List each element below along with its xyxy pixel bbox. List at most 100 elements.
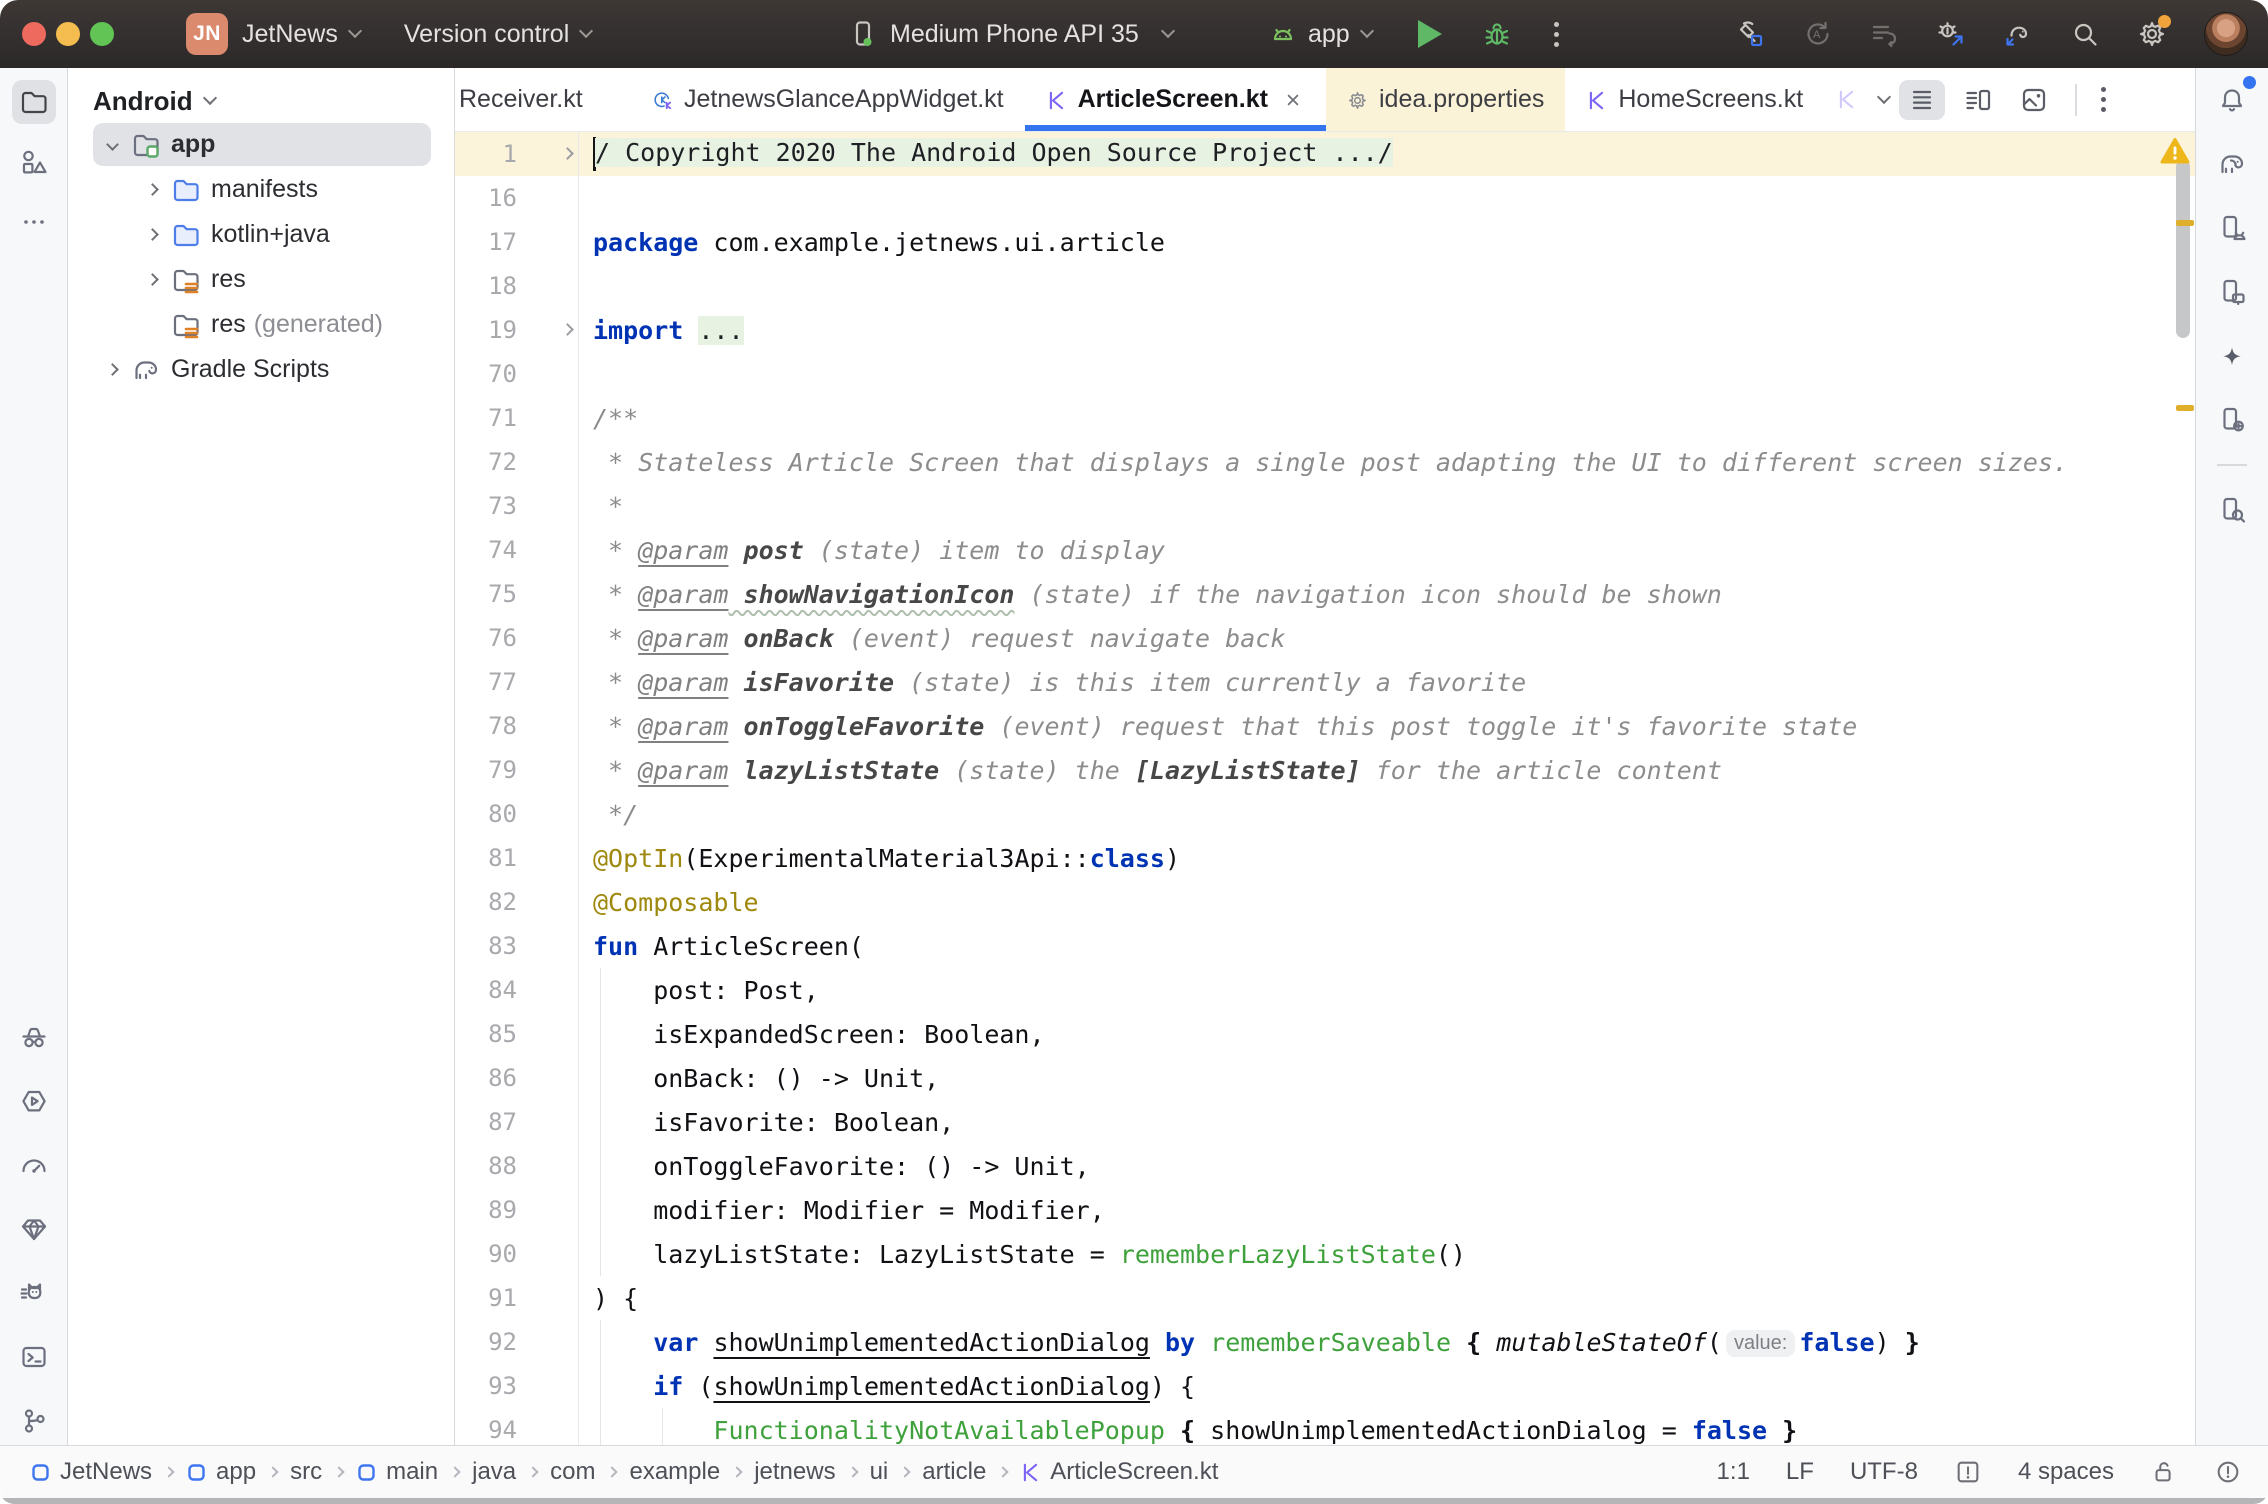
- preview-view-icon[interactable]: [2011, 80, 2057, 120]
- tab-jetnewsglanceappwidget-kt[interactable]: JetnewsGlanceAppWidget.kt: [631, 68, 1025, 131]
- tree-item-manifests[interactable]: manifests: [68, 167, 454, 212]
- layout-inspector-phone-search-button[interactable]: [2210, 488, 2254, 532]
- editor-only-view-icon[interactable]: [1899, 80, 1945, 120]
- project-folder-button[interactable]: [12, 80, 56, 124]
- fold-arrow-icon[interactable]: [517, 132, 593, 176]
- hidden-tabs-chevron-icon[interactable]: [1877, 89, 1891, 103]
- code-line-83[interactable]: 83fun ArticleScreen(: [455, 924, 2195, 968]
- code-line-16[interactable]: 16: [455, 176, 2195, 220]
- code-line-76[interactable]: 76 * @param onBack (event) request navig…: [455, 616, 2195, 660]
- tree-item-app[interactable]: app: [68, 122, 454, 167]
- search-everywhere-icon[interactable]: [2070, 19, 2100, 49]
- breadcrumb-item-com[interactable]: com: [550, 1458, 595, 1486]
- resource-manager-shapes-button[interactable]: [12, 140, 56, 184]
- tree-item-gradle-scripts[interactable]: Gradle Scripts: [68, 347, 454, 392]
- project-name-menu[interactable]: JetNews: [242, 20, 338, 49]
- breadcrumb-item-jetnews[interactable]: JetNews: [30, 1458, 152, 1486]
- encoding-widget[interactable]: UTF-8: [1850, 1458, 1918, 1486]
- debug-button[interactable]: [1482, 19, 1512, 49]
- code-line-70[interactable]: 70: [455, 352, 2195, 396]
- breadcrumb-item-example[interactable]: example: [629, 1458, 720, 1486]
- error-circle-icon[interactable]: [2214, 1458, 2242, 1486]
- diamond-gem-button[interactable]: [12, 1207, 56, 1251]
- version-control-menu[interactable]: Version control: [404, 20, 569, 49]
- minimize-window-button[interactable]: [56, 22, 80, 46]
- tab-receiver-kt[interactable]: Receiver.kt: [455, 68, 631, 131]
- device-explorer-phone-button[interactable]: [2210, 398, 2254, 442]
- code-line-72[interactable]: 72 * Stateless Article Screen that displ…: [455, 440, 2195, 484]
- tree-item-res[interactable]: res(generated): [68, 302, 454, 347]
- code-line-80[interactable]: 80 */: [455, 792, 2195, 836]
- chevron-right-icon[interactable]: [141, 269, 163, 291]
- version-control-branch-button[interactable]: [12, 1399, 56, 1443]
- inspections-warning-icon[interactable]: [2159, 136, 2191, 166]
- attach-debugger-icon[interactable]: [1936, 19, 1966, 49]
- code-line-73[interactable]: 73 *: [455, 484, 2195, 528]
- user-avatar[interactable]: [2204, 12, 2248, 56]
- code-editor[interactable]: 1/ Copyright 2020 The Android Open Sourc…: [455, 132, 2195, 1445]
- tab-idea-properties[interactable]: idea.properties: [1326, 68, 1565, 131]
- tree-item-res[interactable]: res: [68, 257, 454, 302]
- breadcrumb-item-app[interactable]: app: [186, 1458, 256, 1486]
- notifications-bell-button[interactable]: [2210, 78, 2254, 122]
- code-line-1[interactable]: 1/ Copyright 2020 The Android Open Sourc…: [455, 132, 2195, 176]
- code-line-87[interactable]: 87 isFavorite: Boolean,: [455, 1100, 2195, 1144]
- app-quality-insights-detective-button[interactable]: [12, 1015, 56, 1059]
- code-line-79[interactable]: 79 * @param lazyListState (state) the [L…: [455, 748, 2195, 792]
- close-window-button[interactable]: [22, 22, 46, 46]
- code-line-74[interactable]: 74 * @param post (state) item to display: [455, 528, 2195, 572]
- code-line-90[interactable]: 90 lazyListState: LazyListState = rememb…: [455, 1232, 2195, 1276]
- code-line-91[interactable]: 91) {: [455, 1276, 2195, 1320]
- running-devices-mirror-button[interactable]: [2210, 270, 2254, 314]
- warning-stripe-mark[interactable]: [2176, 405, 2194, 411]
- code-line-19[interactable]: 19import ...: [455, 308, 2195, 352]
- apply-changes-icon[interactable]: A: [1802, 19, 1832, 49]
- indent-widget[interactable]: 4 spaces: [2018, 1458, 2114, 1486]
- inspection-square-icon[interactable]: [1954, 1458, 1982, 1486]
- run-button[interactable]: [1418, 20, 1442, 48]
- fold-arrow-icon[interactable]: [517, 308, 593, 352]
- breadcrumb-item-src[interactable]: src: [290, 1458, 322, 1486]
- services-hexagon-play-button[interactable]: [12, 1079, 56, 1123]
- more-actions-icon[interactable]: [1554, 22, 1559, 47]
- code-line-75[interactable]: 75 * @param showNavigationIcon (state) i…: [455, 572, 2195, 616]
- gradle-sync-icon[interactable]: [2003, 19, 2033, 49]
- code-line-94[interactable]: 94 FunctionalityNotAvailablePopup { show…: [455, 1408, 2195, 1445]
- code-line-85[interactable]: 85 isExpandedScreen: Boolean,: [455, 1012, 2195, 1056]
- breadcrumb-item-java[interactable]: java: [472, 1458, 516, 1486]
- code-line-82[interactable]: 82@Composable: [455, 880, 2195, 924]
- run-configuration-label[interactable]: app: [1308, 20, 1350, 49]
- chevron-right-icon[interactable]: [101, 359, 123, 381]
- hidden-tabs-icon[interactable]: [1836, 89, 1857, 110]
- breadcrumb-item-main[interactable]: main: [356, 1458, 438, 1486]
- tab-homescreens-kt[interactable]: HomeScreens.kt: [1565, 68, 1824, 131]
- code-line-89[interactable]: 89 modifier: Modifier = Modifier,: [455, 1188, 2195, 1232]
- code-line-93[interactable]: 93 if (showUnimplementedActionDialog) {: [455, 1364, 2195, 1408]
- terminal-button[interactable]: [12, 1335, 56, 1379]
- maximize-window-button[interactable]: [90, 22, 114, 46]
- device-manager-phone-button[interactable]: [2210, 206, 2254, 250]
- split-view-icon[interactable]: [1955, 80, 2001, 120]
- editor-scrollbar[interactable]: [2176, 160, 2190, 338]
- build-hammer-icon[interactable]: [1735, 19, 1765, 49]
- unlocked-padlock-icon[interactable]: [2150, 1458, 2178, 1486]
- logcat-cat-button[interactable]: [12, 1271, 56, 1315]
- breadcrumb-item-article[interactable]: article: [922, 1458, 986, 1486]
- gradle-elephant-button[interactable]: [2210, 142, 2254, 186]
- code-line-77[interactable]: 77 * @param isFavorite (state) is this i…: [455, 660, 2195, 704]
- code-line-71[interactable]: 71/**: [455, 396, 2195, 440]
- more-tools-button[interactable]: [12, 200, 56, 244]
- breadcrumb-item-ui[interactable]: ui: [870, 1458, 889, 1486]
- profiler-gauge-button[interactable]: [12, 1143, 56, 1187]
- code-line-92[interactable]: 92 var showUnimplementedActionDialog by …: [455, 1320, 2195, 1364]
- editor-more-options-icon[interactable]: [2101, 87, 2106, 112]
- settings-gear-icon[interactable]: [2137, 19, 2167, 49]
- project-view-mode-selector[interactable]: Android: [68, 80, 454, 122]
- apply-code-changes-icon[interactable]: [1869, 19, 1899, 49]
- warning-stripe-mark[interactable]: [2176, 220, 2194, 226]
- caret-position-widget[interactable]: 1:1: [1717, 1458, 1750, 1486]
- close-tab-icon[interactable]: [1281, 88, 1305, 112]
- code-line-17[interactable]: 17package com.example.jetnews.ui.article: [455, 220, 2195, 264]
- code-line-86[interactable]: 86 onBack: () -> Unit,: [455, 1056, 2195, 1100]
- code-line-18[interactable]: 18: [455, 264, 2195, 308]
